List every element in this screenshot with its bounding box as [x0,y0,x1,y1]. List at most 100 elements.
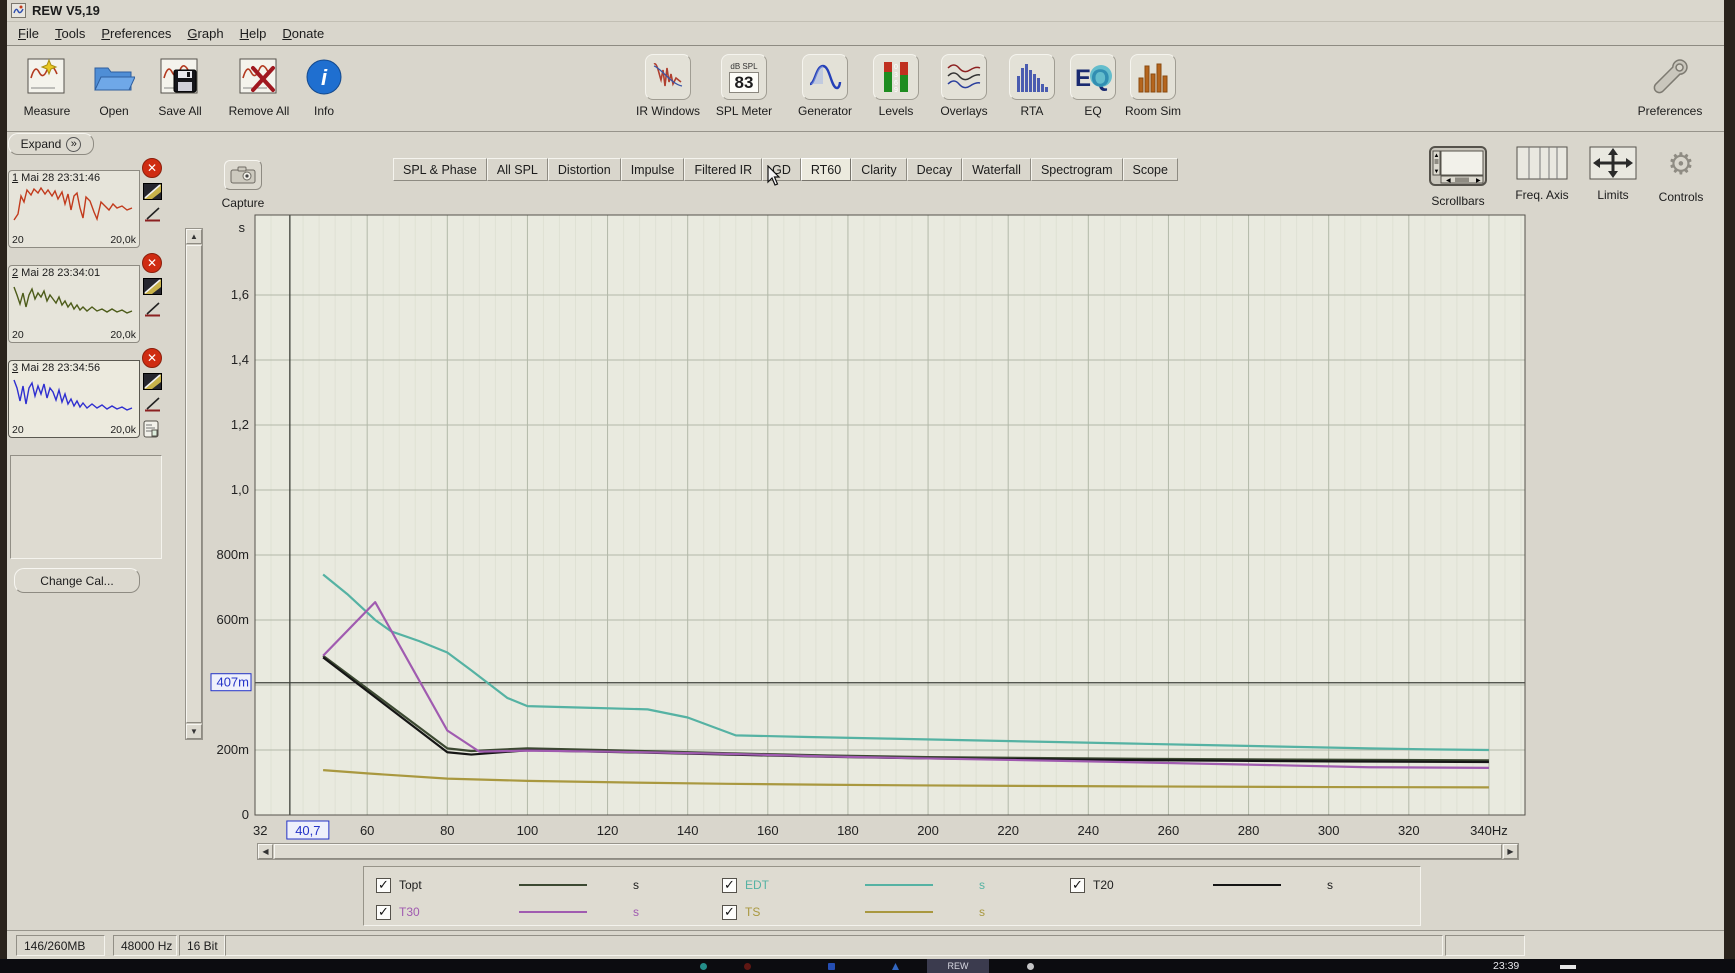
open-icon [91,54,137,100]
legend-checkbox-edt[interactable]: ✓ [722,878,737,893]
x-tick-label: 260 [1158,823,1180,838]
tab-distortion[interactable]: Distortion [548,158,621,181]
x-tick-label: 320 [1398,823,1420,838]
taskbar-app-icon[interactable] [700,963,707,970]
plot-area[interactable] [255,215,1525,815]
graph-button-label: Freq. Axis [1515,188,1568,202]
freq-axis-button[interactable]: Freq. Axis [1502,146,1582,202]
menu-preferences[interactable]: Preferences [94,24,178,43]
delete-measurement-button[interactable]: ✕ [142,348,162,368]
toolbar-item-label: Generator [798,104,852,118]
trace-options-icon[interactable] [143,183,162,200]
menu-graph[interactable]: Graph [180,24,230,43]
chevron-double-right-icon: » [66,137,81,152]
measurement-timestamp: 2 Mai 28 23:34:01 [12,267,136,279]
legend-checkbox-ts[interactable]: ✓ [722,905,737,920]
tab-filtered-ir[interactable]: Filtered IR [684,158,762,181]
x-tick-label: 120 [597,823,619,838]
freq-high-label: 20,0k [110,329,136,341]
slope-adjust-icon[interactable] [143,206,162,223]
delete-measurement-button[interactable]: ✕ [142,253,162,273]
info-icon: i [301,54,347,100]
svg-text:⚙: ⚙ [1668,148,1695,181]
save-all-button[interactable]: Save All [142,54,218,118]
scroll-right-button[interactable]: ▶ [1503,844,1518,859]
open-button[interactable]: Open [76,54,152,118]
menu-tools[interactable]: Tools [48,24,92,43]
y-tick-label: 1,4 [231,352,249,367]
measurement-sparkline [12,279,136,321]
tab-clarity[interactable]: Clarity [851,158,906,181]
measurement-1[interactable]: 1 Mai 28 23:31:46 20 20,0k ✕ [8,158,176,250]
legend-unit: s [633,905,639,919]
trace-options-icon[interactable] [143,373,162,390]
scrollbars-button[interactable]: ▲▼◀▶ Scrollbars [1418,146,1498,208]
capture-button[interactable] [224,160,262,190]
room-sim-button[interactable]: Room Sim [1115,54,1191,118]
measurement-2[interactable]: 2 Mai 28 23:34:01 20 20,0k ✕ [8,253,176,345]
taskbar-app-icon[interactable] [892,963,899,970]
overlays-button[interactable]: Overlays [926,54,1002,118]
tab-scope[interactable]: Scope [1123,158,1178,181]
graph-button-label: Controls [1659,190,1704,204]
tab-impulse[interactable]: Impulse [621,158,685,181]
trace-options-icon[interactable] [143,278,162,295]
measurement-timestamp: 3 Mai 28 23:34:56 [12,362,136,374]
change-cal-button[interactable]: Change Cal... [14,568,140,593]
menu-donate[interactable]: Donate [275,24,331,43]
toolbar-item-label: IR Windows [636,104,700,118]
ir-windows-button[interactable]: IR Windows [630,54,706,118]
horizontal-scrollbar[interactable]: ◀ ▶ [257,843,1519,860]
vertical-scrollbar-thumb[interactable] [186,245,202,723]
controls-button[interactable]: ⚙ Controls [1641,146,1721,204]
scroll-up-button[interactable]: ▲ [186,229,202,244]
x-tick-label: 100 [517,823,539,838]
generator-button[interactable]: Generator [787,54,863,118]
legend-checkbox-topt[interactable]: ✓ [376,878,391,893]
rew-application-window: REW V5,19 FileToolsPreferencesGraphHelpD… [0,0,1735,973]
tab-spl-phase[interactable]: SPL & Phase [393,158,487,181]
taskbar-app-icon[interactable] [828,963,835,970]
info-button[interactable]: iInfo [286,54,362,118]
horizontal-scrollbar-thumb[interactable] [274,844,1502,859]
tab-rt60[interactable]: RT60 [801,158,851,181]
preferences-button[interactable]: Preferences [1632,54,1708,118]
measurement-thumbnail-panel[interactable]: 3 Mai 28 23:34:56 20 20,0k [8,360,140,438]
taskbar-rew-button[interactable]: REW [927,959,989,973]
legend-label: T20 [1093,878,1213,892]
measurement-thumbnail-panel[interactable]: 1 Mai 28 23:31:46 20 20,0k [8,170,140,248]
tab-all-spl[interactable]: All SPL [487,158,548,181]
measure-button[interactable]: Measure [9,54,85,118]
menu-help[interactable]: Help [233,24,274,43]
y-tick-label: 1,6 [231,287,249,302]
svg-text:3: 3 [894,72,898,79]
scroll-left-button[interactable]: ◀ [258,844,273,859]
svg-text:▶: ▶ [1476,178,1481,184]
cursor-value-label: 407m [216,675,249,690]
scroll-down-button[interactable]: ▼ [186,724,202,739]
vertical-scrollbar[interactable]: ▲ ▼ [185,228,203,740]
menu-file[interactable]: File [11,24,46,43]
measurement-thumbnail-panel[interactable]: 2 Mai 28 23:34:01 20 20,0k [8,265,140,343]
rt60-chart[interactable]: s0200m600m800m1,01,21,41,6407m3260801001… [205,205,1535,870]
legend-unit: s [979,878,985,892]
taskbar-app-icon[interactable] [744,963,751,970]
tab-waterfall[interactable]: Waterfall [962,158,1031,181]
tab-spectrogram[interactable]: Spectrogram [1031,158,1123,181]
expand-sidebar-button[interactable]: Expand » [8,133,94,155]
spl-meter-button[interactable]: dB SPL 83SPL Meter [706,54,782,118]
menu-bar: FileToolsPreferencesGraphHelpDonate [7,22,1724,46]
sample-rate-status: 48000 Hz [113,935,177,956]
legend-checkbox-t20[interactable]: ✓ [1070,878,1085,893]
measurement-3[interactable]: 3 Mai 28 23:34:56 20 20,0k ✕ [8,348,176,440]
levels-button[interactable]: 0369Levels [858,54,934,118]
legend-checkbox-t30[interactable]: ✓ [376,905,391,920]
tab-decay[interactable]: Decay [907,158,962,181]
title-bar[interactable]: REW V5,19 [7,0,1724,22]
measurement-notes-icon[interactable] [143,420,162,437]
delete-measurement-button[interactable]: ✕ [142,158,162,178]
slope-adjust-icon[interactable] [143,396,162,413]
taskbar-app-icon[interactable] [1027,963,1034,970]
slope-adjust-icon[interactable] [143,301,162,318]
os-taskbar[interactable]: REW 23:39 [0,959,1735,973]
